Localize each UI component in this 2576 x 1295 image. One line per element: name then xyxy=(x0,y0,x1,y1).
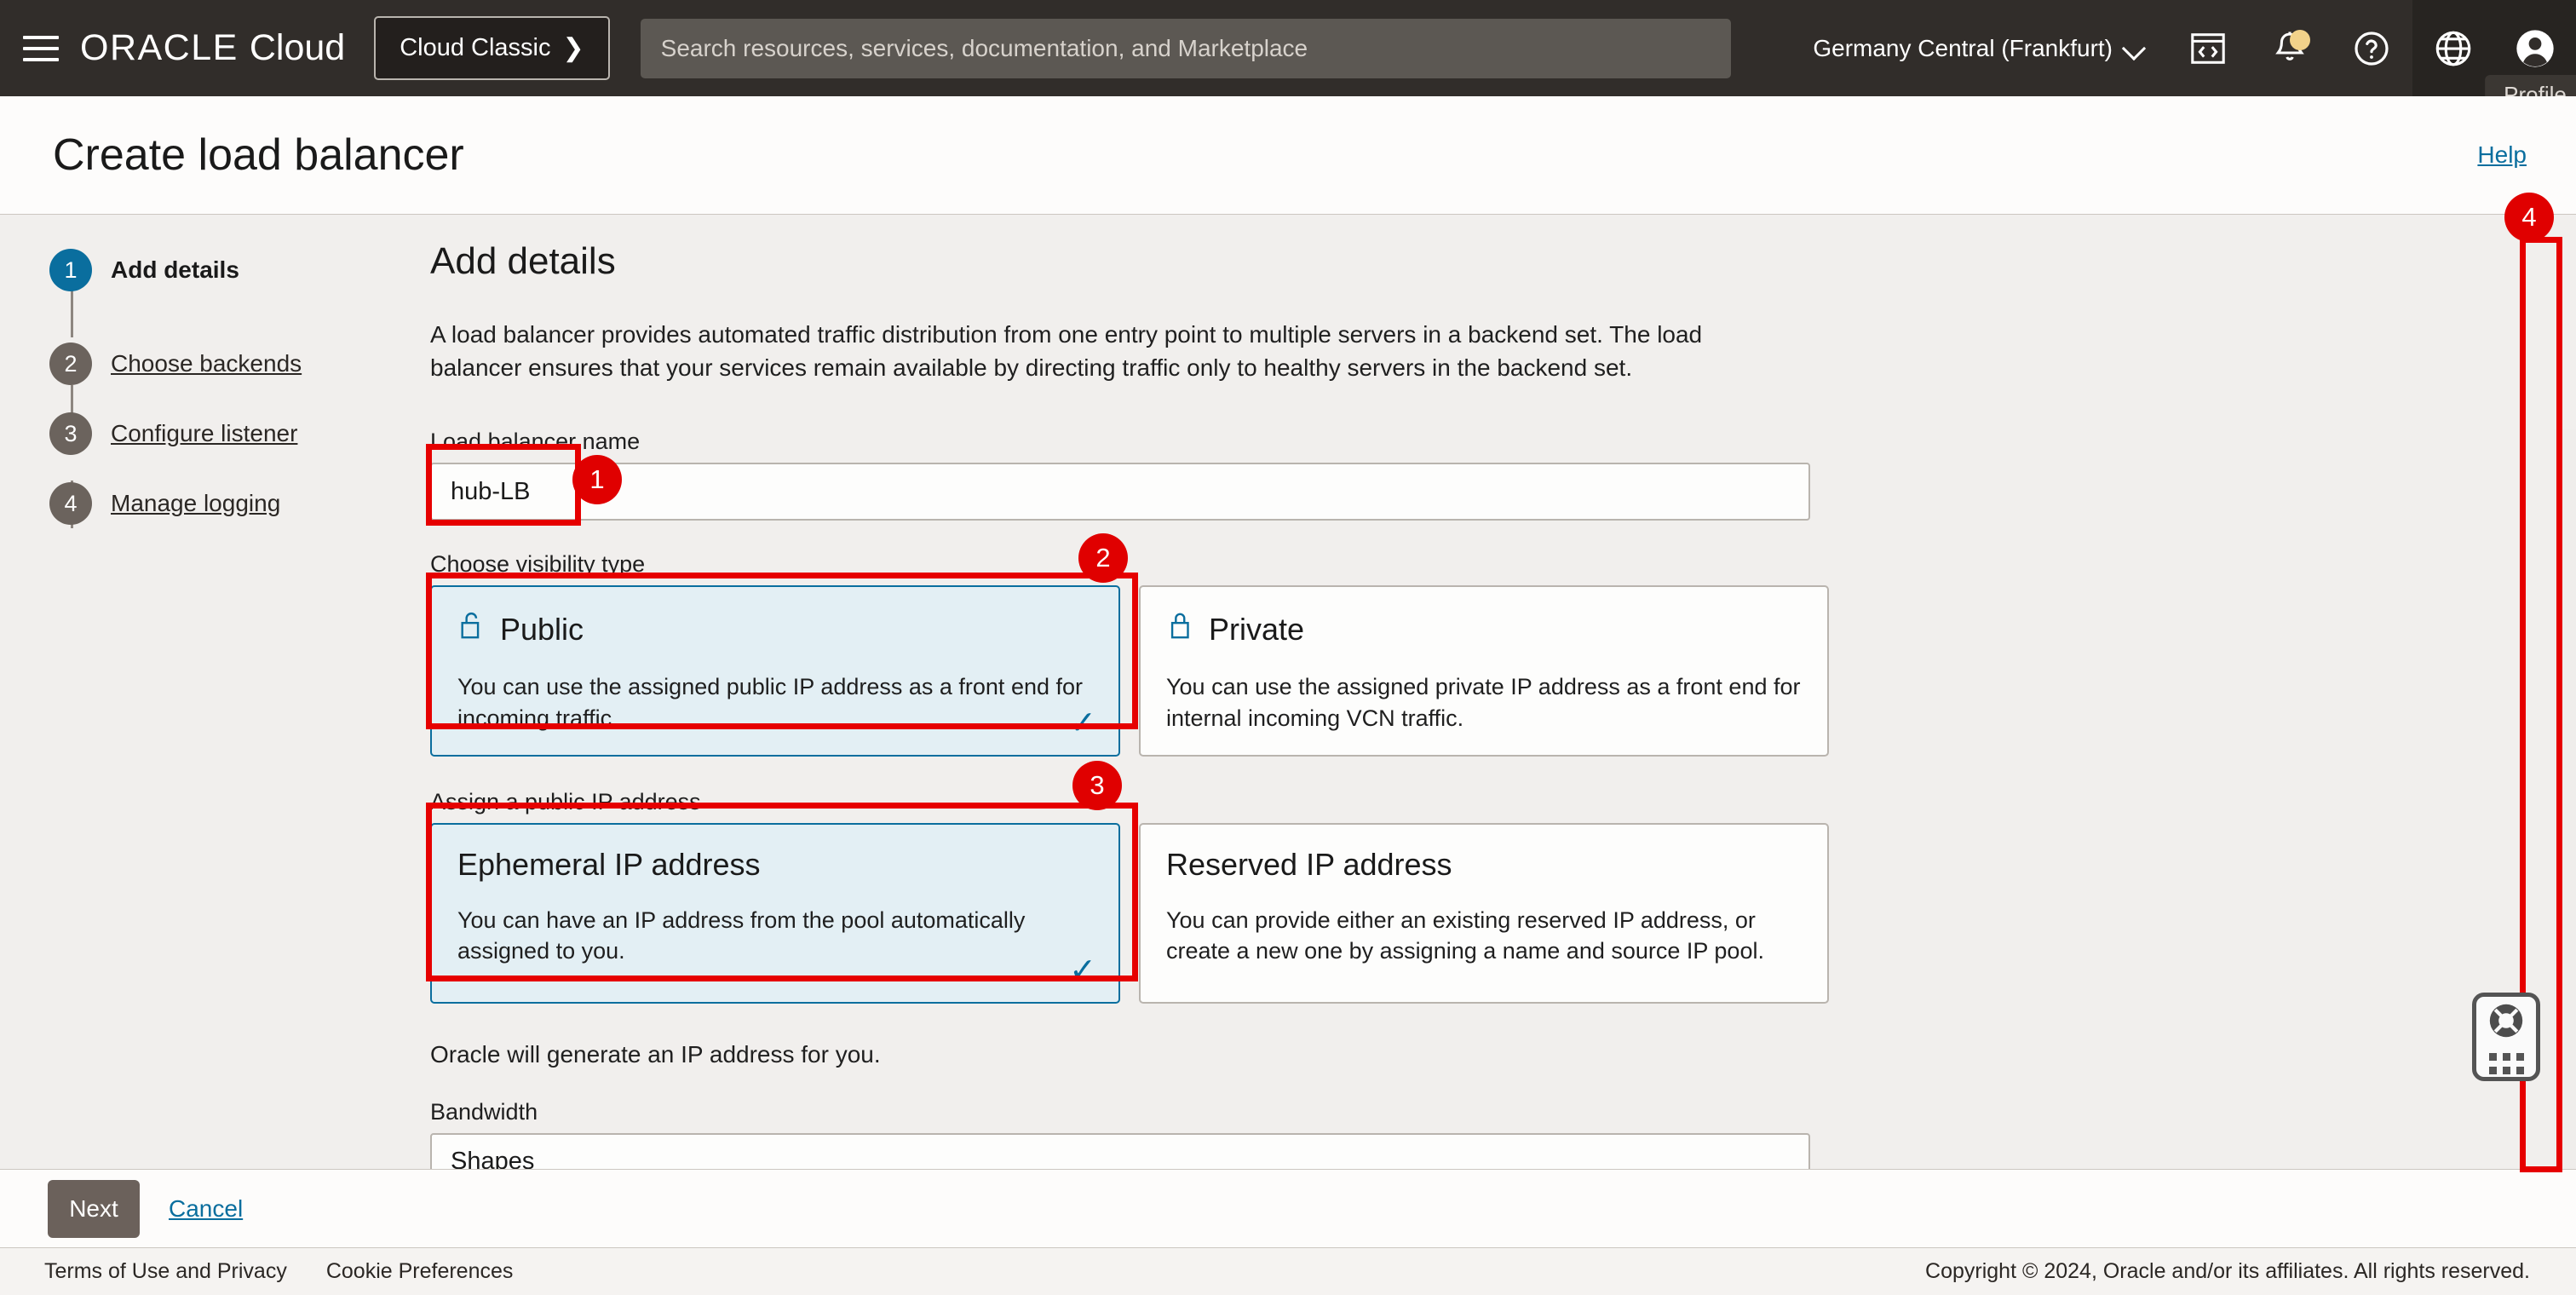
annotation-badge-public-card: 2 xyxy=(1078,533,1128,583)
footer-bar: Terms of Use and Privacy Cookie Preferen… xyxy=(0,1247,2576,1295)
ephemeral-card-selected-check-icon: ✓ xyxy=(1069,954,1096,987)
code-editor-button[interactable] xyxy=(2167,0,2249,96)
load-balancer-name-label: Load balancer name xyxy=(430,429,1861,455)
ephemeral-card-description: You can have an IP address from the pool… xyxy=(457,905,1093,967)
public-visibility-card[interactable]: Public You can use the assigned public I… xyxy=(430,585,1120,756)
wizard-stepper: 1 Add details 2 Choose backends 3 Config… xyxy=(49,247,390,527)
reserved-ip-card[interactable]: Reserved IP address You can provide eith… xyxy=(1139,823,1829,1004)
sidebar-item-configure-listener[interactable]: 3 Configure listener xyxy=(49,411,390,457)
visibility-card-row: Public You can use the assigned public I… xyxy=(430,585,1861,756)
code-editor-icon xyxy=(2188,29,2228,68)
cookie-preferences-link[interactable]: Cookie Preferences xyxy=(326,1259,514,1284)
step-number-4: 4 xyxy=(49,482,92,525)
oracle-wordmark: ORACLE xyxy=(80,27,239,69)
private-card-title-row: Private xyxy=(1166,609,1802,649)
page-body: 1 Add details 2 Choose backends 3 Config… xyxy=(0,215,2576,1169)
reserved-card-description: You can provide either an existing reser… xyxy=(1166,905,1802,967)
annotation-badge-name-input: 1 xyxy=(572,455,622,504)
global-header: ORACLE Cloud Cloud Classic ❯ Germany Cen… xyxy=(0,0,2576,96)
locked-padlock-icon xyxy=(1166,609,1195,649)
public-card-title-row: Public xyxy=(457,609,1093,649)
assign-ip-section: Assign a public IP address Ephemeral IP … xyxy=(430,789,1861,1004)
user-avatar-icon xyxy=(2513,26,2557,71)
ephemeral-card-title: Ephemeral IP address xyxy=(457,847,1093,883)
reserved-card-title: Reserved IP address xyxy=(1166,847,1802,883)
step-number-3: 3 xyxy=(49,412,92,455)
annotation-badge-ephemeral-card: 3 xyxy=(1072,761,1122,810)
chevron-down-icon xyxy=(2125,43,2143,54)
step-label-add-details: Add details xyxy=(111,256,239,284)
header-actions: Germany Central (Frankfurt) xyxy=(1789,0,2576,96)
page-title-bar: Create load balancer Help xyxy=(0,96,2576,215)
sidebar-item-manage-logging[interactable]: 4 Manage logging xyxy=(49,481,390,527)
public-card-description: You can use the assigned public IP addre… xyxy=(457,671,1093,734)
public-card-title: Public xyxy=(500,612,584,648)
public-card-selected-check-icon: ✓ xyxy=(1069,707,1096,740)
page-scrollbar[interactable] xyxy=(2554,429,2576,1295)
copyright-text: Copyright © 2024, Oracle and/or its affi… xyxy=(1925,1259,2530,1284)
step-connector-line xyxy=(71,290,73,337)
ephemeral-ip-card[interactable]: Ephemeral IP address You can have an IP … xyxy=(430,823,1120,1004)
section-title: Add details xyxy=(430,240,1861,283)
oracle-cloud-create-load-balancer-page: ORACLE Cloud Cloud Classic ❯ Germany Cen… xyxy=(0,0,2576,1295)
next-button[interactable]: Next xyxy=(48,1180,140,1238)
wizard-content: Add details A load balancer provides aut… xyxy=(430,240,1861,1191)
assign-ip-label: Assign a public IP address xyxy=(430,789,1861,815)
global-search-input[interactable] xyxy=(641,19,1731,78)
help-link[interactable]: Help xyxy=(2477,141,2527,169)
support-widget[interactable] xyxy=(2472,993,2540,1081)
chevron-right-icon: ❯ xyxy=(563,36,584,61)
visibility-type-label: Choose visibility type xyxy=(430,551,1861,578)
load-balancer-name-input[interactable] xyxy=(430,463,1810,521)
private-card-title: Private xyxy=(1209,612,1304,648)
cancel-button[interactable]: Cancel xyxy=(169,1195,243,1223)
load-balancer-name-field: Load balancer name xyxy=(430,429,1861,521)
page-title: Create load balancer xyxy=(53,130,464,181)
language-button[interactable] xyxy=(2412,0,2494,96)
step-number-1: 1 xyxy=(49,249,92,291)
wizard-action-bar: Next Cancel xyxy=(0,1169,2576,1247)
cloud-classic-label: Cloud Classic xyxy=(400,34,550,62)
cloud-classic-button[interactable]: Cloud Classic ❯ xyxy=(374,16,609,80)
annotation-badge-scrollbar: 4 xyxy=(2504,193,2554,242)
sidebar-item-choose-backends[interactable]: 2 Choose backends xyxy=(49,341,390,387)
help-question-icon xyxy=(2351,28,2392,69)
step-label-manage-logging[interactable]: Manage logging xyxy=(111,490,280,517)
oracle-cloud-logo[interactable]: ORACLE Cloud xyxy=(80,27,345,69)
visibility-type-section: Choose visibility type Public xyxy=(430,551,1861,756)
step-label-configure-listener[interactable]: Configure listener xyxy=(111,420,297,447)
lifebuoy-support-icon xyxy=(2486,1000,2527,1045)
notifications-button[interactable] xyxy=(2249,0,2331,96)
private-card-description: You can use the assigned private IP addr… xyxy=(1166,671,1802,734)
step-label-choose-backends[interactable]: Choose backends xyxy=(111,350,302,377)
profile-button[interactable]: Profile xyxy=(2494,0,2576,96)
section-description: A load balancer provides automated traff… xyxy=(430,319,1734,384)
cloud-wordmark: Cloud xyxy=(250,27,345,69)
private-visibility-card[interactable]: Private You can use the assigned private… xyxy=(1139,585,1829,756)
language-globe-icon xyxy=(2432,27,2475,70)
notification-badge-dot xyxy=(2290,30,2310,50)
region-selector[interactable]: Germany Central (Frankfurt) xyxy=(1789,35,2167,62)
unlocked-padlock-icon xyxy=(457,609,486,649)
hamburger-menu-icon[interactable] xyxy=(17,30,65,67)
bandwidth-label: Bandwidth xyxy=(430,1099,1861,1125)
terms-of-use-link[interactable]: Terms of Use and Privacy xyxy=(44,1259,287,1284)
region-label: Germany Central (Frankfurt) xyxy=(1813,35,2113,62)
drag-handle-dots-icon[interactable] xyxy=(2489,1053,2524,1074)
sidebar-item-add-details[interactable]: 1 Add details xyxy=(49,247,390,293)
ip-card-row: Ephemeral IP address You can have an IP … xyxy=(430,823,1861,1004)
help-button[interactable] xyxy=(2331,0,2412,96)
ip-generation-note: Oracle will generate an IP address for y… xyxy=(430,1041,1861,1068)
step-number-2: 2 xyxy=(49,342,92,385)
